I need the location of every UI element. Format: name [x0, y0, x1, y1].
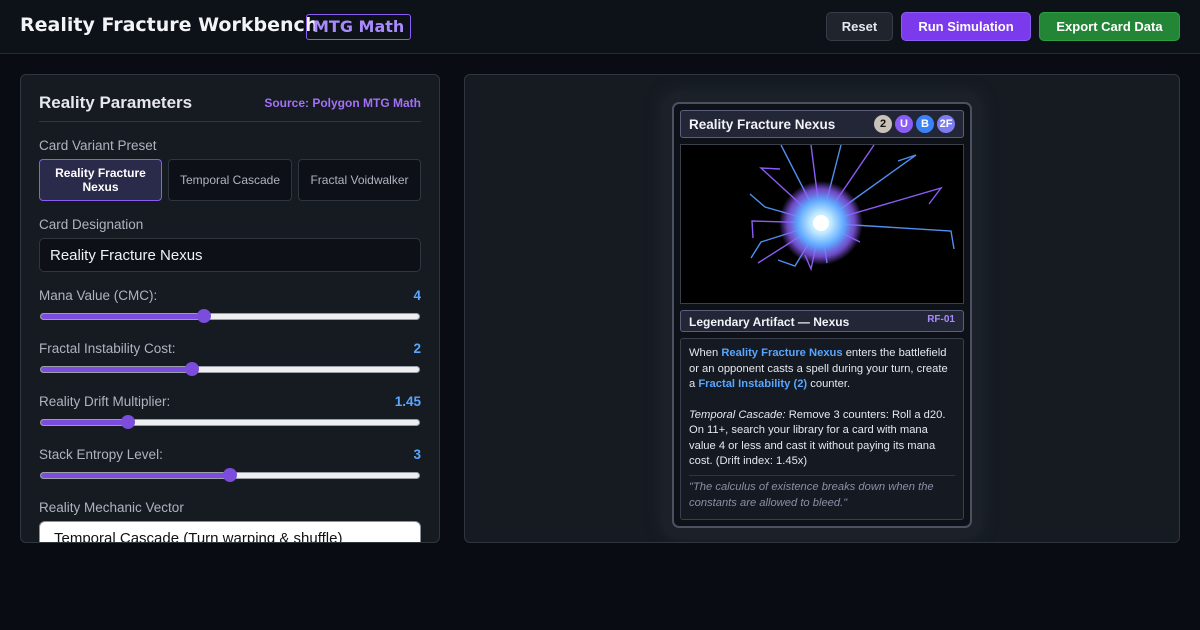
card-type-line: Legendary Artifact — Nexus	[689, 315, 850, 329]
drift-multiplier-label: Reality Drift Multiplier:	[39, 394, 171, 409]
card-name: Reality Fracture Nexus	[689, 117, 836, 132]
app-title: Reality Fracture Workbench	[20, 14, 319, 36]
mtg-math-badge: MTG Math	[306, 14, 412, 40]
mechanic-vector-select[interactable]: Temporal Cascade (Turn warping & shuffle…	[39, 521, 421, 543]
divider	[39, 121, 421, 122]
preset-temporal-cascade[interactable]: Temporal Cascade	[168, 159, 292, 201]
slider-thumb[interactable]	[223, 468, 237, 482]
mechanic-selected-value: Temporal Cascade (Turn warping & shuffle…	[54, 530, 343, 543]
rules-paragraph-2: Temporal Cascade: Remove 3 counters: Rol…	[689, 408, 946, 468]
ability-name: Temporal Cascade:	[689, 408, 786, 421]
fracture-burst-art	[749, 145, 955, 272]
top-bar: Reality Fracture Workbench MTG Math Rese…	[0, 0, 1200, 54]
card-set-code: RF-01	[927, 314, 955, 325]
stack-entropy-readout: 3	[413, 447, 421, 462]
mana-value-slider[interactable]	[40, 309, 420, 323]
designation-label: Card Designation	[39, 217, 144, 232]
card-preview-stage: Reality Fracture Nexus 2 U B 2F Legendar…	[464, 74, 1180, 543]
rules-paragraph-1: When Reality Fracture Nexus enters the b…	[689, 347, 948, 390]
chevron-down-icon: ⌄	[398, 533, 410, 543]
instability-cost-slider[interactable]	[40, 362, 420, 376]
stack-entropy-slider[interactable]	[40, 468, 420, 482]
mana-value-label: Mana Value (CMC):	[39, 288, 158, 303]
preset-reality-fracture-nexus[interactable]: Reality Fracture Nexus	[39, 159, 162, 201]
preset-fractal-voidwalker[interactable]: Fractal Voidwalker	[298, 159, 421, 201]
mana-symbol-generic: 2	[874, 115, 892, 133]
card-type-bar: Legendary Artifact — Nexus RF-01	[680, 310, 964, 332]
source-link[interactable]: Source: Polygon MTG Math	[264, 96, 421, 110]
reality-parameters-panel: Reality Parameters Source: Polygon MTG M…	[20, 74, 440, 543]
instability-cost-label: Fractal Instability Cost:	[39, 341, 176, 356]
mana-symbol-fractal: 2F	[937, 115, 955, 133]
card-designation-input[interactable]	[39, 238, 421, 272]
preset-label: Card Variant Preset	[39, 138, 157, 153]
panel-title: Reality Parameters	[39, 93, 193, 112]
drift-multiplier-readout: 1.45	[394, 394, 421, 409]
drift-multiplier-slider[interactable]	[40, 415, 420, 429]
mechanic-label: Reality Mechanic Vector	[39, 500, 184, 515]
mana-value-readout: 4	[413, 288, 421, 303]
mana-symbol-u: U	[895, 115, 913, 133]
reset-button[interactable]: Reset	[826, 12, 893, 41]
card-flavor-text: "The calculus of existence breaks down w…	[689, 475, 955, 511]
slider-thumb[interactable]	[196, 309, 211, 323]
slider-thumb[interactable]	[120, 415, 135, 429]
mana-symbol-b: B	[916, 115, 934, 133]
instability-cost-readout: 2	[413, 341, 421, 356]
card-frame: Reality Fracture Nexus 2 U B 2F Legendar…	[672, 102, 972, 528]
card-name-reference: Reality Fracture Nexus	[721, 347, 843, 359]
card-title-bar: Reality Fracture Nexus 2 U B 2F	[680, 110, 964, 138]
export-card-data-button[interactable]: Export Card Data	[1039, 12, 1180, 41]
fractal-instability-keyword: Fractal Instability (2)	[698, 378, 808, 390]
slider-thumb[interactable]	[185, 362, 200, 376]
run-simulation-button[interactable]: Run Simulation	[901, 12, 1031, 41]
card-art	[680, 144, 964, 304]
stack-entropy-label: Stack Entropy Level:	[39, 447, 163, 462]
card-rules-text: When Reality Fracture Nexus enters the b…	[680, 338, 964, 520]
